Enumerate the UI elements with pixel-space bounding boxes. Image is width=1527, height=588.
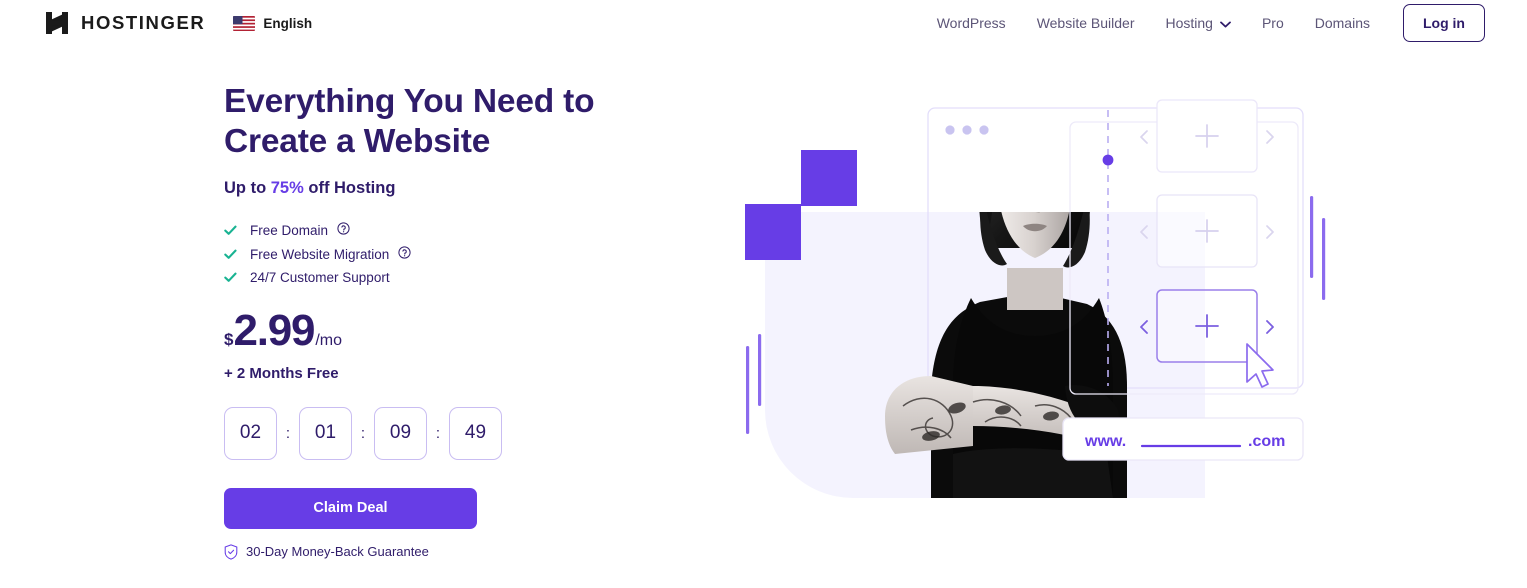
timer-separator: : [360, 424, 366, 442]
brand-name: HOSTINGER [81, 12, 206, 33]
question-circle-icon[interactable] [337, 222, 350, 240]
nav-label: Website Builder [1036, 15, 1135, 31]
chevron-right-icon [1266, 225, 1274, 239]
money-back-guarantee: 30-Day Money-Back Guarantee [224, 544, 704, 560]
hostinger-h-logo-icon [44, 10, 70, 36]
chevron-right-icon [1266, 320, 1274, 334]
nav-item-website-builder[interactable]: Website Builder [1037, 15, 1135, 31]
shield-check-icon [224, 544, 238, 560]
check-icon [224, 224, 237, 237]
domain-prefix: www. [1084, 433, 1126, 450]
language-label: English [263, 15, 313, 31]
site-header: HOSTINGER English WordPress Website Buil… [0, 0, 1527, 46]
feature-label: Free Website Migration [250, 247, 390, 263]
check-icon [224, 248, 237, 261]
us-flag-icon [233, 15, 256, 31]
domain-input-bar: www. .com [1062, 417, 1304, 461]
login-button[interactable]: Log in [1403, 4, 1485, 42]
price-block: $ 2.99 /mo [224, 305, 704, 355]
price-currency: $ [224, 329, 234, 349]
nav-item-pro[interactable]: Pro [1262, 15, 1284, 31]
nav-item-wordpress[interactable]: WordPress [937, 15, 1006, 31]
nav-label: Pro [1261, 15, 1284, 31]
subhead-suffix: off Hosting [303, 178, 396, 197]
timer-seconds: 49 [449, 406, 502, 460]
hero-subheading: Up to 75% off Hosting [224, 179, 704, 198]
chevron-down-icon [1220, 15, 1231, 31]
purple-edge-bar-decoration [1310, 196, 1326, 300]
feature-item-free-migration: Free Website Migration [224, 246, 704, 264]
brand-logo[interactable]: HOSTINGER [44, 10, 205, 36]
purple-bar-decoration [746, 334, 762, 434]
feature-item-support: 24/7 Customer Support [224, 270, 704, 285]
chevron-left-icon [1140, 130, 1148, 144]
page-title: Everything You Need to Create a Website [224, 82, 704, 162]
mouse-pointer-icon [1246, 343, 1274, 388]
headline-line-1: Everything You Need to [224, 83, 595, 120]
nav-item-domains[interactable]: Domains [1315, 15, 1370, 31]
feature-item-free-domain: Free Domain [224, 222, 704, 240]
chevron-right-icon [1266, 130, 1274, 144]
guarantee-label: 30-Day Money-Back Guarantee [246, 544, 429, 560]
check-icon [224, 271, 237, 284]
nav-label: WordPress [936, 15, 1006, 31]
feature-list: Free Domain Free Website Migration 24/7 … [224, 222, 704, 285]
nav-label: Hosting [1165, 15, 1213, 31]
hero-illustration: www. .com [735, 86, 1335, 498]
domain-suffix: .com [1248, 433, 1285, 450]
claim-deal-button[interactable]: Claim Deal [224, 487, 477, 529]
placeholder-card-1 [1140, 99, 1274, 173]
countdown-timer: 02 : 01 : 09 : 49 [224, 406, 704, 460]
timer-separator: : [435, 424, 441, 442]
feature-label: 24/7 Customer Support [250, 269, 390, 285]
main-nav: WordPress Website Builder Hosting Pro Do… [937, 4, 1485, 42]
timer-separator: : [285, 424, 291, 442]
discount-percent: 75% [270, 178, 304, 197]
price-amount: 2.99 [233, 305, 315, 355]
nav-label: Domains [1314, 15, 1370, 31]
language-selector[interactable]: English [233, 15, 313, 31]
placeholder-card-2 [1140, 194, 1274, 268]
price-period: /mo [315, 331, 342, 349]
question-circle-icon[interactable] [398, 246, 411, 264]
timer-hours: 01 [299, 406, 352, 460]
nav-item-hosting[interactable]: Hosting [1165, 15, 1231, 31]
headline-line-2: Create a Website [224, 122, 491, 160]
timer-days: 02 [224, 406, 277, 460]
hero-landing-page: HOSTINGER English WordPress Website Buil… [0, 0, 1527, 588]
hero-content: Everything You Need to Create a Website … [224, 82, 704, 560]
subhead-prefix: Up to [224, 178, 271, 197]
feature-label: Free Domain [250, 223, 329, 239]
bonus-months-label: + 2 Months Free [224, 364, 339, 382]
timer-minutes: 09 [374, 406, 427, 460]
